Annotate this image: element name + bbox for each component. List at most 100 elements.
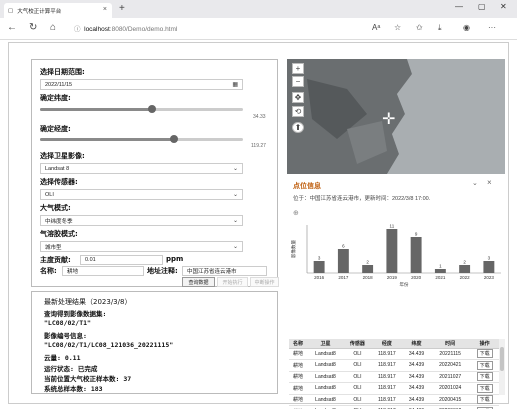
compass-icon[interactable]: ⬆ — [292, 122, 304, 133]
download-icon[interactable]: ⤓ — [438, 23, 442, 33]
url-host: localhost — [84, 26, 110, 33]
tab-title: 大气校正计算平台 — [17, 8, 62, 15]
table-cell: 20200312 — [430, 405, 471, 409]
contribution-input[interactable]: 0.01 — [80, 255, 163, 265]
query-data-button[interactable]: 查询数据 — [182, 277, 215, 287]
info-text: 位于：中国江苏省连云港市，更新时间：2022/3/8 17:00. — [293, 196, 431, 202]
more-icon[interactable]: ··· — [488, 23, 496, 32]
reload-icon[interactable]: ↻ — [29, 22, 37, 33]
sensor-value: OLI — [45, 191, 54, 198]
x-tick-label: 2016 — [314, 275, 325, 280]
chart-bar — [483, 261, 495, 273]
minimize-icon[interactable]: — — [455, 2, 463, 11]
table-cell: OLI — [343, 394, 371, 406]
atmosphere-select[interactable]: 中纬度冬季 ⌄ — [40, 215, 243, 226]
date-field[interactable]: 2022/11/15 ▦ — [40, 79, 243, 90]
url-field[interactable]: ⓘ localhost:8080/Demo/demo.html — [74, 23, 177, 33]
name-label: 名称: — [40, 267, 57, 275]
table-row: 耕地 Landsat8 OLI 118.917 34.439 20220421 下载 — [289, 359, 499, 372]
favorites-icon[interactable]: ✩ — [416, 23, 423, 32]
results-line-6: 运行状态: 已完成 — [44, 365, 98, 373]
read-aloud-icon[interactable]: Aᵃ — [372, 23, 380, 32]
pan-icon[interactable]: ✥ — [292, 92, 304, 103]
table-row: 耕地 Landsat8 OLI 118.917 34.439 20211027 下载 — [289, 371, 499, 383]
sensor-select[interactable]: OLI ⌄ — [40, 189, 243, 200]
table-cell: 34.439 — [402, 359, 431, 372]
results-title: 最新处理结果（2023/3/8） — [44, 298, 132, 306]
satellite-terrain-map — [287, 59, 505, 174]
add-favorite-icon[interactable]: ☆ — [394, 23, 401, 32]
name-input[interactable]: 耕地 — [62, 266, 144, 276]
zoom-in-button[interactable]: + — [292, 63, 304, 74]
profile-icon[interactable]: ◉ — [463, 23, 470, 32]
zoom-to-icon[interactable]: ⊕ — [293, 209, 299, 217]
close-tab-icon[interactable]: × — [103, 6, 107, 13]
info-icon: ⓘ — [74, 26, 85, 33]
table-cell: OLI — [343, 405, 371, 409]
chevron-down-icon: ⌄ — [232, 192, 238, 198]
satellite-select[interactable]: Landsat 8 ⌄ — [40, 163, 243, 174]
longitude-slider-fill — [40, 138, 174, 141]
download-button[interactable]: 下载 — [476, 372, 493, 382]
browser-tab[interactable]: ▢ 大气校正计算平台 × — [4, 3, 112, 18]
table-cell: 34.439 — [402, 348, 431, 360]
contribution-value: 0.01 — [85, 257, 96, 263]
collapse-icon[interactable]: ⌄ — [472, 179, 478, 187]
column-header: 操作 — [470, 339, 499, 349]
home-icon[interactable]: ⌂ — [50, 22, 56, 33]
download-button[interactable]: 下载 — [476, 395, 493, 405]
chart-bar — [410, 237, 422, 273]
x-tick-label: 2020 — [411, 275, 422, 280]
aerosol-select[interactable]: 城市型 ⌄ — [40, 241, 243, 252]
table-cell: 耕地 — [289, 359, 307, 372]
new-tab-icon[interactable]: + — [119, 3, 125, 14]
longitude-slider-handle[interactable] — [169, 135, 178, 143]
address-value: 中国江苏省连云港市 — [187, 269, 237, 275]
table-cell: 20211027 — [430, 371, 471, 383]
stop-operation-button[interactable]: 中断操作 — [250, 277, 279, 287]
table-row: 耕地 Landsat8 OLI 118.917 34.439 20201024 下载 — [289, 382, 499, 395]
longitude-slider[interactable] — [40, 135, 243, 143]
longitude-value: 119.27 — [251, 143, 266, 149]
map-view[interactable]: + − ✥ ⟲ ⬆ ✛ — [287, 59, 505, 174]
latitude-slider-fill — [40, 108, 152, 111]
table-cell: Landsat8 — [306, 348, 344, 360]
download-cell: 下载 — [470, 382, 499, 395]
address-bar: ← ↻ ⌂ ⓘ localhost:8080/Demo/demo.html Aᵃ… — [0, 18, 517, 40]
table-row: 耕地Landsat8OLI118.91734.43920200312下载 — [289, 405, 499, 409]
zoom-out-button[interactable]: − — [292, 76, 304, 87]
table-cell: OLI — [343, 359, 371, 372]
download-button[interactable]: 下载 — [476, 360, 493, 370]
table-cell: OLI — [343, 371, 371, 383]
results-line-2: "LC08/02/T1" — [44, 319, 91, 327]
chart-bar — [337, 249, 349, 273]
maximize-icon[interactable]: ▢ — [478, 2, 486, 11]
calendar-icon[interactable]: ▦ — [232, 81, 238, 88]
table-cell: 118.917 — [370, 359, 403, 372]
table-cell: Landsat8 — [306, 371, 344, 383]
latitude-slider-handle[interactable] — [147, 105, 156, 113]
table-row: 耕地 Landsat8 OLI 118.917 34.439 20221115 下载 — [289, 348, 499, 360]
table-scrollbar[interactable] — [499, 339, 505, 395]
location-marker-icon: ✛ — [382, 111, 396, 128]
results-line-4: "LC08/02/T1/LC08_121036_20221115" — [44, 341, 174, 349]
column-header: 卫星 — [306, 339, 344, 349]
data-label: 3 — [488, 256, 491, 261]
rotate-icon[interactable]: ⟲ — [292, 106, 304, 117]
close-icon[interactable]: × — [487, 178, 492, 187]
results-line-3: 影像编号信息: — [44, 332, 87, 340]
close-window-icon[interactable]: ✕ — [500, 2, 507, 11]
y-axis-label: 影像数量 — [290, 240, 297, 258]
download-button[interactable]: 下载 — [476, 383, 493, 393]
start-execute-button[interactable]: 开始执行 — [217, 277, 248, 287]
address-input[interactable]: 中国江苏省连云港市 — [182, 266, 267, 276]
address-label: 地址注释: — [147, 267, 178, 275]
data-label: 6 — [342, 244, 345, 249]
x-tick-label: 2019 — [387, 275, 398, 280]
chart-bar — [459, 265, 471, 273]
latitude-slider[interactable] — [40, 105, 243, 113]
download-button[interactable]: 下载 — [476, 349, 493, 359]
table-cell: 20201024 — [430, 382, 471, 395]
scrollbar-thumb[interactable] — [500, 347, 504, 371]
back-icon[interactable]: ← — [7, 22, 17, 33]
